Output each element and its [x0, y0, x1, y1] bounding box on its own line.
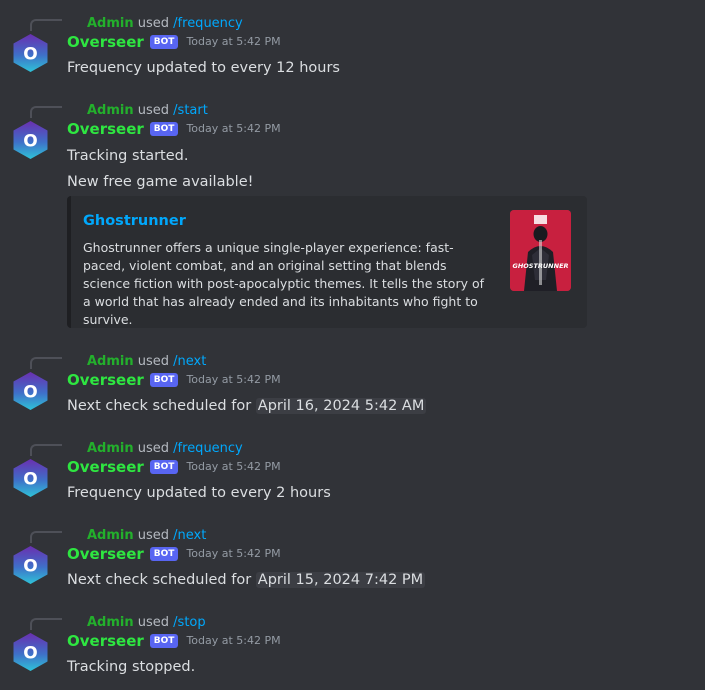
message: Admin used /start O Overseer BOT Today a…	[0, 101, 705, 336]
embed-title[interactable]: Ghostrunner	[83, 210, 186, 232]
reply-used-label: used	[137, 528, 170, 543]
message-header: Overseer BOT Today at 5:42 PM	[67, 118, 281, 140]
reply-username[interactable]: Admin	[87, 528, 134, 543]
message-text-secondary: New free game available!	[67, 174, 254, 190]
reply-used-label: used	[137, 615, 170, 630]
bot-badge: BOT	[149, 460, 179, 474]
reply-used-label: used	[137, 441, 170, 456]
message-text: Frequency updated to every 2 hours	[67, 485, 331, 501]
reply-command[interactable]: /frequency	[173, 441, 243, 456]
bot-badge: BOT	[149, 373, 179, 387]
message-header: Overseer BOT Today at 5:42 PM	[67, 630, 281, 652]
author-name[interactable]: Overseer	[67, 456, 144, 478]
avatar-letter: O	[23, 644, 37, 664]
timestamp[interactable]: Today at 5:42 PM	[186, 31, 280, 53]
bot-badge: BOT	[149, 547, 179, 561]
reply-command[interactable]: /frequency	[173, 16, 243, 31]
game-embed: Ghostrunner Ghostrunner offers a unique …	[67, 196, 587, 328]
reply-used-label: used	[137, 103, 170, 118]
reply-used-label: used	[137, 354, 170, 369]
timestamp[interactable]: Today at 5:42 PM	[186, 456, 280, 478]
reply-username[interactable]: Admin	[87, 354, 134, 369]
timestamp[interactable]: Today at 5:42 PM	[186, 369, 280, 391]
reply-connector	[30, 106, 62, 118]
reply-username[interactable]: Admin	[87, 103, 134, 118]
embed-description: Ghostrunner offers a unique single-playe…	[83, 240, 485, 327]
author-name[interactable]: Overseer	[67, 369, 144, 391]
message-text: Tracking started.	[67, 148, 189, 164]
avatar-letter: O	[23, 45, 37, 65]
reply-username[interactable]: Admin	[87, 615, 134, 630]
reply-connector	[30, 444, 62, 456]
message-text: Next check scheduled for	[67, 572, 252, 588]
thumbnail-logo: GHOSTRUNNER	[512, 262, 568, 270]
bot-badge: BOT	[149, 634, 179, 648]
timestamp[interactable]: Today at 5:42 PM	[186, 543, 280, 565]
reply-command[interactable]: /next	[173, 528, 206, 543]
reply-command[interactable]: /stop	[173, 615, 205, 630]
message-text: Frequency updated to every 12 hours	[67, 60, 340, 76]
reply-username[interactable]: Admin	[87, 16, 134, 31]
overseer-avatar-icon[interactable]: O	[12, 371, 49, 411]
message: Admin used /stop O Overseer BOT Today at…	[0, 613, 705, 683]
avatar-letter: O	[23, 132, 37, 152]
message: Admin used /next O Overseer BOT Today at…	[0, 352, 705, 422]
message-text: Next check scheduled for	[67, 398, 252, 414]
message-text-row: Next check scheduled for April 16, 2024 …	[67, 395, 427, 417]
reply-connector	[30, 357, 62, 369]
reply-command[interactable]: /start	[173, 103, 208, 118]
timestamp[interactable]: Today at 5:42 PM	[186, 630, 280, 652]
avatar-letter: O	[23, 557, 37, 577]
author-name[interactable]: Overseer	[67, 31, 144, 53]
overseer-avatar-icon[interactable]: O	[12, 33, 49, 73]
message: Admin used /frequency O Overseer BOT Tod…	[0, 14, 705, 84]
overseer-avatar-icon[interactable]: O	[12, 458, 49, 498]
message-header: Overseer BOT Today at 5:42 PM	[67, 543, 281, 565]
scheduled-date[interactable]: April 15, 2024 7:42 PM	[255, 572, 426, 588]
overseer-avatar-icon[interactable]: O	[12, 632, 49, 672]
reply-connector	[30, 19, 62, 31]
message-header: Overseer BOT Today at 5:42 PM	[67, 456, 281, 478]
message-text-row: Next check scheduled for April 15, 2024 …	[67, 569, 426, 591]
reply-command[interactable]: /next	[173, 354, 206, 369]
avatar-letter: O	[23, 383, 37, 403]
reply-connector	[30, 531, 62, 543]
reply-username[interactable]: Admin	[87, 441, 134, 456]
bot-badge: BOT	[149, 35, 179, 49]
message-header: Overseer BOT Today at 5:42 PM	[67, 369, 281, 391]
scheduled-date[interactable]: April 16, 2024 5:42 AM	[255, 398, 427, 414]
avatar-letter: O	[23, 470, 37, 490]
message-text: Tracking stopped.	[67, 659, 196, 675]
author-name[interactable]: Overseer	[67, 118, 144, 140]
message: Admin used /next O Overseer BOT Today at…	[0, 526, 705, 596]
author-name[interactable]: Overseer	[67, 630, 144, 652]
message-header: Overseer BOT Today at 5:42 PM	[67, 31, 281, 53]
reply-connector	[30, 618, 62, 630]
overseer-avatar-icon[interactable]: O	[12, 120, 49, 160]
bot-badge: BOT	[149, 122, 179, 136]
overseer-avatar-icon[interactable]: O	[12, 545, 49, 585]
timestamp[interactable]: Today at 5:42 PM	[186, 118, 280, 140]
reply-used-label: used	[137, 16, 170, 31]
author-name[interactable]: Overseer	[67, 543, 144, 565]
message: Admin used /frequency O Overseer BOT Tod…	[0, 439, 705, 509]
embed-thumbnail[interactable]: GHOSTRUNNER	[510, 210, 571, 291]
